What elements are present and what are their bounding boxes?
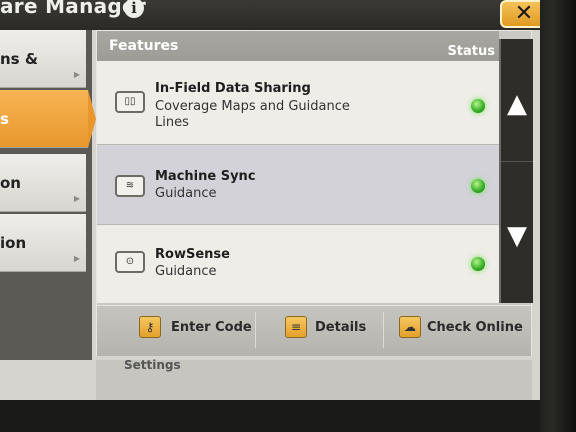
background-menu: Settings [96, 358, 532, 400]
chevron-right-icon: ▶ [73, 194, 80, 203]
monitor-bezel [536, 0, 576, 432]
scroll-down-arrow-icon[interactable]: ▼ [501, 171, 533, 293]
feature-description: Guidance [155, 264, 217, 279]
sidebar-item-label: s [0, 110, 9, 128]
sidebar-item-1[interactable]: ns & ▶ [0, 30, 86, 88]
rowsense-icon: ⊙ [115, 251, 145, 273]
title-bar: are Manager i ✕ [0, 0, 540, 30]
feature-name: Machine Sync [155, 169, 256, 184]
feature-name: In-Field Data Sharing [155, 81, 311, 96]
check-online-button[interactable]: ☁ Check Online [383, 312, 523, 348]
monitor-lower-bezel [0, 400, 540, 432]
feature-name: RowSense [155, 247, 230, 262]
list-item-rowsense[interactable]: ⊙ RowSense Guidance [97, 225, 499, 303]
status-led-icon [471, 99, 485, 113]
cloud-download-icon: ☁ [399, 316, 421, 338]
sidebar-item-label: on [0, 174, 21, 192]
display-screen: are Manager i ✕ ns & ▶ s on ▶ ion ▶ Feat… [0, 0, 540, 400]
features-panel: Features Status ▯▯ In-Field Data Sharing… [96, 30, 533, 356]
document-icon: ≡ [285, 316, 307, 338]
features-column-header: Features [109, 38, 179, 54]
feature-description: Coverage Maps and Guidance Lines [155, 99, 350, 130]
status-led-icon [471, 257, 485, 271]
sidebar: ns & ▶ s on ▶ ion ▶ [0, 30, 96, 360]
key-icon: ⚷ [139, 316, 161, 338]
chevron-right-icon: ▶ [73, 70, 80, 79]
scrollbar[interactable]: ▲ ▼ [499, 39, 533, 303]
status-led-icon [471, 179, 485, 193]
sidebar-item-2-active[interactable]: s [0, 90, 96, 148]
status-column-header: Status [447, 44, 495, 59]
list-item-in-field-data-sharing[interactable]: ▯▯ In-Field Data Sharing Coverage Maps a… [97, 61, 499, 145]
sidebar-item-label: ns & [0, 50, 38, 68]
check-online-label: Check Online [427, 320, 523, 335]
machine-sync-icon: ≋ [115, 175, 145, 197]
enter-code-label: Enter Code [171, 320, 252, 335]
action-bar: ⚷ Enter Code ≡ Details ☁ Check Online [97, 305, 531, 356]
features-header: Features Status [97, 31, 499, 61]
close-button[interactable]: ✕ [500, 0, 540, 28]
feature-description: Guidance [155, 186, 217, 201]
settings-label: Settings [124, 358, 181, 372]
sidebar-item-4[interactable]: ion ▶ [0, 214, 86, 272]
sidebar-item-3[interactable]: on ▶ [0, 154, 86, 212]
details-label: Details [315, 320, 367, 335]
chevron-right-icon: ▶ [73, 254, 80, 263]
details-button[interactable]: ≡ Details [255, 312, 384, 348]
enter-code-button[interactable]: ⚷ Enter Code [107, 312, 256, 348]
scroll-up-arrow-icon[interactable]: ▲ [501, 39, 533, 162]
data-sharing-icon: ▯▯ [115, 91, 145, 113]
list-item-machine-sync[interactable]: ≋ Machine Sync Guidance [97, 145, 499, 225]
sidebar-item-label: ion [0, 234, 27, 252]
feature-list: ▯▯ In-Field Data Sharing Coverage Maps a… [97, 61, 499, 303]
